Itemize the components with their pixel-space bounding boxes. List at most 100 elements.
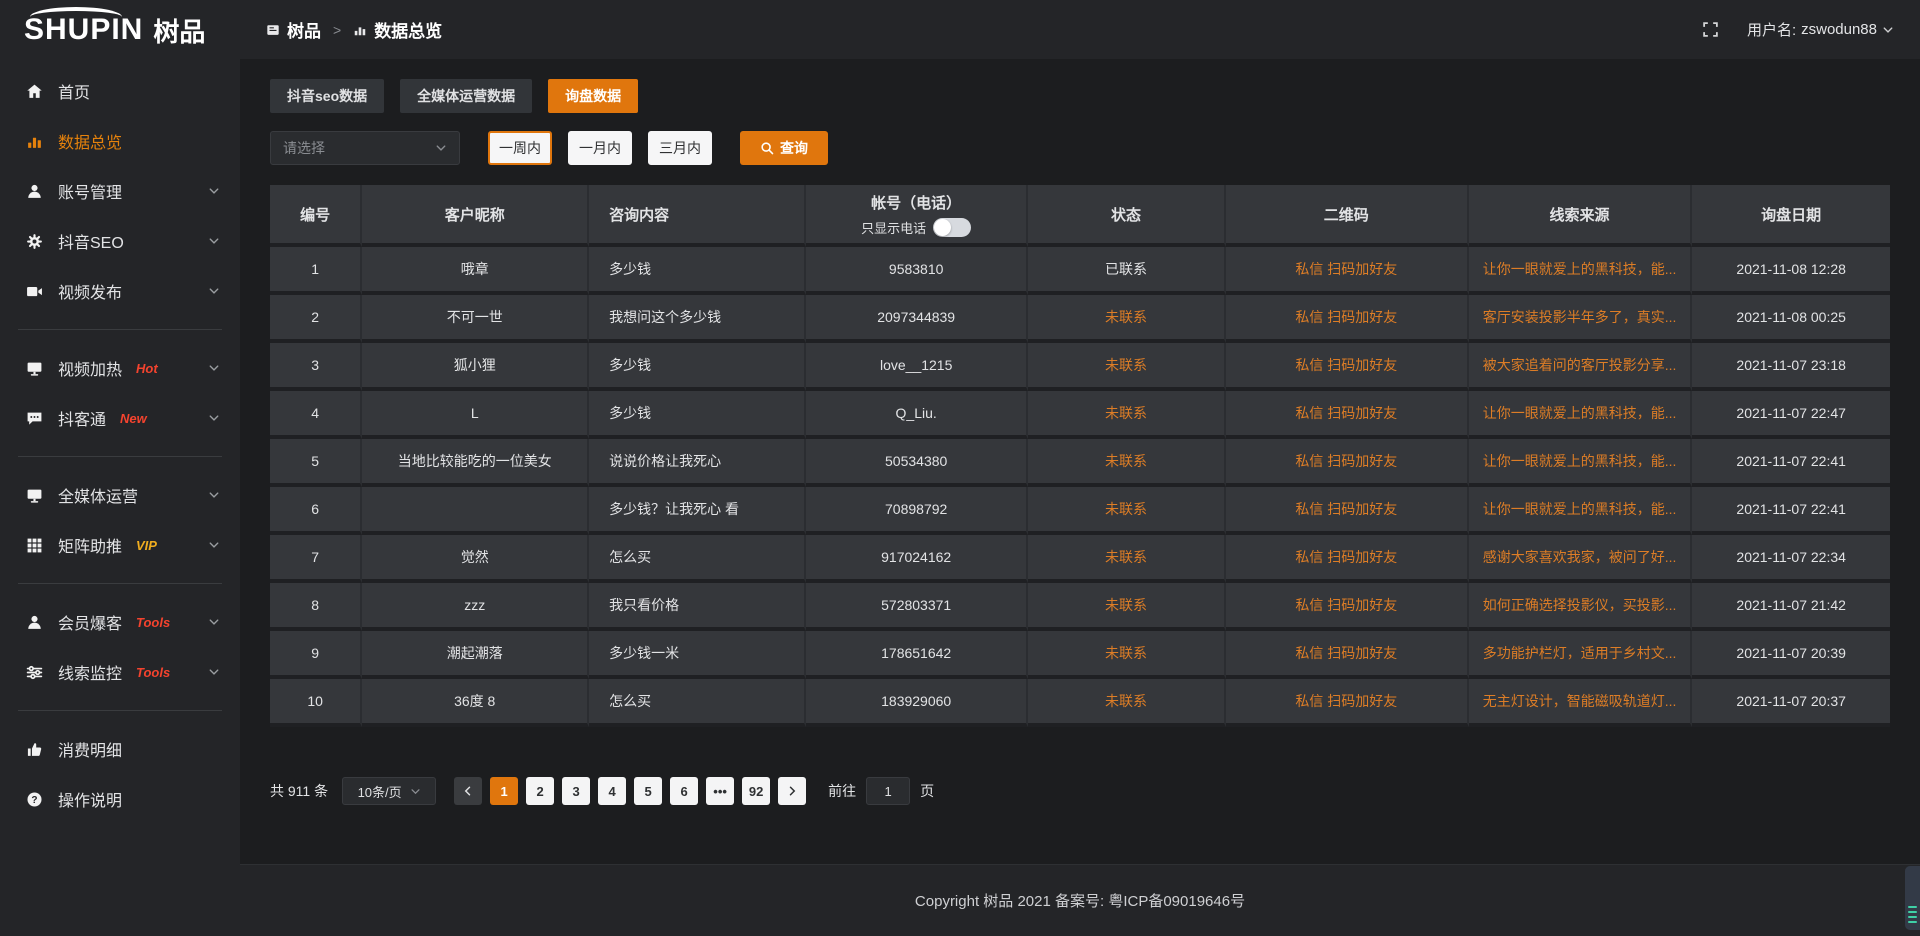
tab[interactable]: 询盘数据 xyxy=(548,79,638,113)
sidebar-item[interactable]: 全媒体运营 xyxy=(0,470,240,520)
sidebar-item[interactable]: 视频发布 xyxy=(0,266,240,316)
cell-nickname: 哦章 xyxy=(362,247,589,295)
cell-source: 多功能护栏灯，适用于乡村文... xyxy=(1469,631,1693,679)
qr-friend-link[interactable]: 私信 扫码加好友 xyxy=(1295,501,1397,517)
username-value: zswodun88 xyxy=(1801,21,1877,38)
pagination-total: 共 911 条 xyxy=(270,781,328,801)
cell-account: 70898792 xyxy=(806,487,1028,535)
breadcrumb-home[interactable]: 树品 xyxy=(266,17,321,42)
source-link[interactable]: 让你一眼就爱上的黑科技，能... xyxy=(1483,453,1677,469)
breadcrumb-separator: > xyxy=(333,22,341,38)
page-number-button[interactable]: 5 xyxy=(634,777,662,805)
source-link[interactable]: 让你一眼就爱上的黑科技，能... xyxy=(1483,501,1677,517)
sidebar-divider xyxy=(18,456,222,457)
page-size-select[interactable]: 10条/页 xyxy=(342,777,436,805)
page-number-button[interactable]: 3 xyxy=(562,777,590,805)
qr-friend-link[interactable]: 私信 扫码加好友 xyxy=(1295,453,1397,469)
col-header-account: 帐号（电话） 只显示电话 xyxy=(806,185,1028,247)
source-link[interactable]: 如何正确选择投影仪，买投影... xyxy=(1483,597,1677,613)
period-button[interactable]: 一周内 xyxy=(488,131,552,165)
sidebar-item[interactable]: 视频加热 Hot xyxy=(0,343,240,393)
table-row: 10 36度 8 怎么买 183929060 未联系 私信 扫码加好友 xyxy=(270,679,1890,727)
query-button[interactable]: 查询 xyxy=(740,131,828,165)
cell-date: 2021-11-07 22:41 xyxy=(1692,439,1890,487)
page-number-button[interactable]: 4 xyxy=(598,777,626,805)
qr-friend-link[interactable]: 私信 扫码加好友 xyxy=(1295,357,1397,373)
video-icon xyxy=(26,282,44,300)
cell-date: 2021-11-07 20:37 xyxy=(1692,679,1890,727)
user-menu[interactable]: 用户名: zswodun88 xyxy=(1747,19,1894,40)
qr-friend-link[interactable]: 私信 扫码加好友 xyxy=(1295,405,1397,421)
goto-page-input[interactable] xyxy=(866,777,910,805)
filter-select-placeholder: 请选择 xyxy=(283,138,325,158)
table-row: 2 不可一世 我想问这个多少钱 2097344839 未联系 私信 扫码加好友 xyxy=(270,295,1890,343)
cell-id: 1 xyxy=(270,247,362,295)
period-buttons: 一周内 一月内 三月内 xyxy=(488,131,712,165)
qr-friend-link[interactable]: 私信 扫码加好友 xyxy=(1295,549,1397,565)
cell-content: 我想问这个多少钱 xyxy=(589,295,806,343)
source-link[interactable]: 客厅安装投影半年多了，真实... xyxy=(1483,309,1677,325)
chevron-down-icon xyxy=(208,616,220,628)
cell-account: 917024162 xyxy=(806,535,1028,583)
tab[interactable]: 全媒体运营数据 xyxy=(400,79,532,113)
prev-page-button[interactable] xyxy=(454,777,482,805)
cell-content: 说说价格让我死心 xyxy=(589,439,806,487)
sidebar-item[interactable]: 抖音SEO xyxy=(0,216,240,266)
chevron-down-icon xyxy=(208,489,220,501)
cell-account: 2097344839 xyxy=(806,295,1028,343)
phone-only-toggle[interactable] xyxy=(933,218,971,237)
sidebar-item-label: 首页 xyxy=(58,79,90,103)
fullscreen-icon[interactable] xyxy=(1702,21,1719,38)
side-widget[interactable] xyxy=(1905,866,1920,930)
qr-friend-link[interactable]: 私信 扫码加好友 xyxy=(1295,693,1397,709)
qr-friend-link[interactable]: 私信 扫码加好友 xyxy=(1295,645,1397,661)
cell-status: 未联系 xyxy=(1028,583,1226,631)
sidebar-item-label: 全媒体运营 xyxy=(58,483,138,507)
phone-toggle-label: 只显示电话 xyxy=(861,218,926,237)
source-link[interactable]: 无主灯设计，智能磁吸轨道灯... xyxy=(1483,693,1677,709)
source-link[interactable]: 被大家追着问的客厅投影分享... xyxy=(1483,357,1677,373)
sidebar-divider xyxy=(18,583,222,584)
source-link[interactable]: 多功能护栏灯，适用于乡村文... xyxy=(1483,645,1677,661)
cell-qrcode: 私信 扫码加好友 xyxy=(1226,391,1469,439)
page-number-button[interactable]: 2 xyxy=(526,777,554,805)
status-badge: 未联系 xyxy=(1105,501,1147,517)
cell-nickname: 36度 8 xyxy=(362,679,589,727)
qr-friend-link[interactable]: 私信 扫码加好友 xyxy=(1295,309,1397,325)
sidebar-item[interactable]: 线索监控 Tools xyxy=(0,647,240,697)
main-column: 树品 > 数据总览 用户名: zswodun88 xyxy=(240,0,1920,936)
source-link[interactable]: 感谢大家喜欢我家，被问了好... xyxy=(1483,549,1677,565)
cell-date: 2021-11-07 22:41 xyxy=(1692,487,1890,535)
cell-qrcode: 私信 扫码加好友 xyxy=(1226,439,1469,487)
sidebar-item[interactable]: 消费明细 xyxy=(0,724,240,774)
cell-content: 多少钱 xyxy=(589,247,806,295)
sidebar-item[interactable]: 矩阵助推 VIP xyxy=(0,520,240,570)
page-number-button[interactable]: ••• xyxy=(706,777,734,805)
brand-logo-cn: 树品 xyxy=(153,12,205,49)
breadcrumb-current[interactable]: 数据总览 xyxy=(353,17,442,42)
source-link[interactable]: 让你一眼就爱上的黑科技，能... xyxy=(1483,261,1677,277)
next-page-button[interactable] xyxy=(778,777,806,805)
qr-friend-link[interactable]: 私信 扫码加好友 xyxy=(1295,597,1397,613)
cell-id: 9 xyxy=(270,631,362,679)
sidebar-item[interactable]: 抖客通 New xyxy=(0,393,240,443)
tab[interactable]: 抖音seo数据 xyxy=(270,79,384,113)
filter-select[interactable]: 请选择 xyxy=(270,131,460,165)
sidebar-item-label: 会员爆客 xyxy=(58,610,122,634)
period-button[interactable]: 一月内 xyxy=(568,131,632,165)
sidebar-item[interactable]: ? 操作说明 xyxy=(0,774,240,824)
page-number-button[interactable]: 6 xyxy=(670,777,698,805)
content-area: 抖音seo数据 全媒体运营数据 询盘数据 请选择 一周内 xyxy=(240,59,1920,864)
table-row: 7 觉然 怎么买 917024162 未联系 私信 扫码加好友 感谢大 xyxy=(270,535,1890,583)
cell-source: 让你一眼就爱上的黑科技，能... xyxy=(1469,247,1693,295)
page-number-button[interactable]: 1 xyxy=(490,777,518,805)
source-link[interactable]: 让你一眼就爱上的黑科技，能... xyxy=(1483,405,1677,421)
qr-friend-link[interactable]: 私信 扫码加好友 xyxy=(1295,261,1397,277)
sidebar-item[interactable]: 首页 xyxy=(0,66,240,116)
period-button[interactable]: 三月内 xyxy=(648,131,712,165)
sidebar-item[interactable]: 会员爆客 Tools xyxy=(0,597,240,647)
sidebar-item[interactable]: 账号管理 xyxy=(0,166,240,216)
page-number-button[interactable]: 92 xyxy=(742,777,770,805)
cell-account: 9583810 xyxy=(806,247,1028,295)
sidebar-item[interactable]: 数据总览 xyxy=(0,116,240,166)
